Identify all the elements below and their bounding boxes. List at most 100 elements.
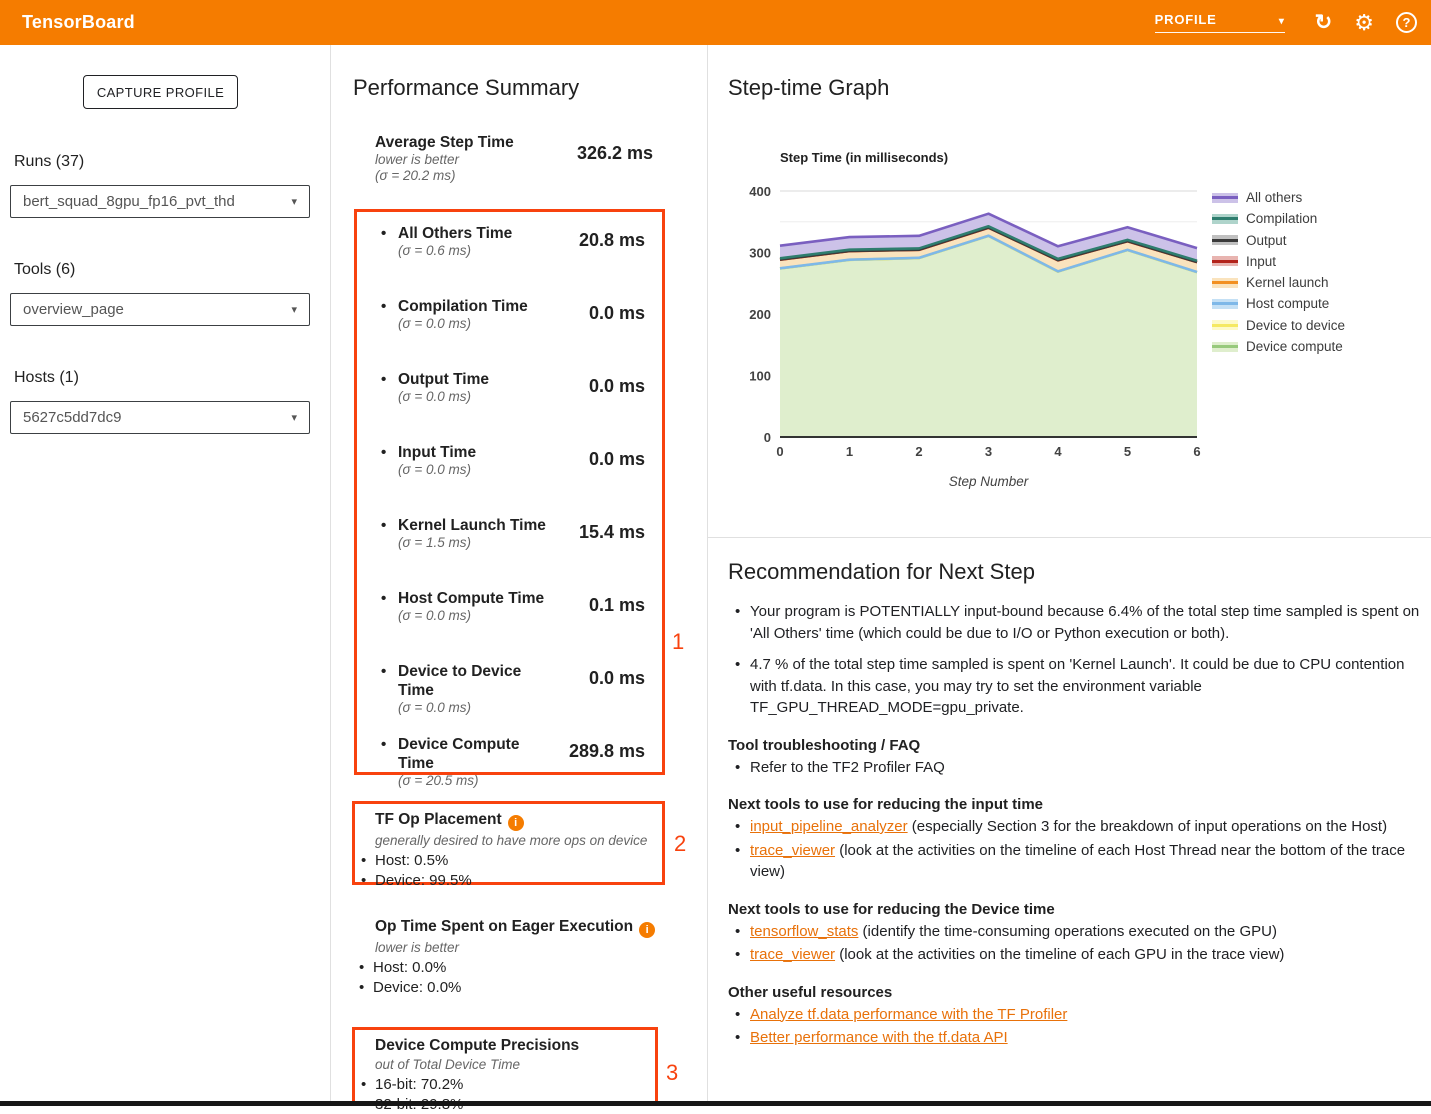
recommendation-link[interactable]: trace_viewer <box>750 842 835 859</box>
metric-labels: Output Time(σ = 0.0 ms) <box>398 370 553 406</box>
legend-swatch <box>1212 235 1238 245</box>
capture-profile-button[interactable]: CAPTURE PROFILE <box>83 75 238 109</box>
metric-row: •Host Compute Time(σ = 0.0 ms)0.1 ms <box>381 589 645 625</box>
svg-text:0: 0 <box>776 444 783 459</box>
recommendation-link[interactable]: input_pipeline_analyzer <box>750 818 908 835</box>
recommendation-item-text: (identify the time-consuming operations … <box>858 923 1277 940</box>
legend-swatch <box>1212 214 1238 224</box>
topbar-actions: PROFILE ▾ ↻ ⚙ ? <box>1155 0 1417 45</box>
svg-text:6: 6 <box>1193 444 1200 459</box>
tools-select[interactable]: overview_page ▾ <box>10 293 310 326</box>
chevron-down-icon: ▾ <box>291 411 297 424</box>
metric-labels: Device to Device Time(σ = 0.0 ms) <box>398 662 553 698</box>
legend-swatch-line <box>1212 196 1238 199</box>
metric-sigma: (σ = 0.0 ms) <box>398 462 476 478</box>
metric-row: •Compilation Time(σ = 0.0 ms)0.0 ms <box>381 297 645 333</box>
legend-swatch <box>1212 342 1238 352</box>
bullet-dot: • <box>381 589 398 625</box>
legend-row: Output <box>1212 234 1345 247</box>
metric-value: 326.2 ms <box>577 143 653 184</box>
metric-sigma: (σ = 0.0 ms) <box>398 700 553 716</box>
metric-sigma: (σ = 0.0 ms) <box>398 389 489 405</box>
step-time-chart-svg: 01002003004000123456Step Number <box>745 183 1225 493</box>
legend-row: Compilation <box>1212 212 1345 225</box>
list-item: Device: 99.5% <box>355 871 662 891</box>
refresh-icon[interactable]: ↻ <box>1315 12 1333 34</box>
legend-swatch-line <box>1212 324 1238 327</box>
legend-row: Kernel launch <box>1212 276 1345 289</box>
recommendation-item-text: Refer to the TF2 Profiler FAQ <box>750 759 945 776</box>
metric-value: 0.0 ms <box>553 376 645 406</box>
legend-label: Kernel launch <box>1246 275 1329 290</box>
recommendation-item: Analyze tf.data performance with the TF … <box>728 1004 1422 1026</box>
tf-op-placement-title-text: TF Op Placement <box>375 811 502 828</box>
legend-swatch-line <box>1212 217 1238 220</box>
recommendation-title: Recommendation for Next Step <box>728 559 1422 585</box>
metric-label: Average Step Time <box>375 133 577 152</box>
annotation-3: 3 <box>666 1060 678 1086</box>
runs-select[interactable]: bert_squad_8gpu_fp16_pvt_thd ▾ <box>10 185 310 218</box>
tf-op-placement-list: Host: 0.5% Device: 99.5% <box>355 851 662 890</box>
metric-value: 0.1 ms <box>553 595 645 625</box>
metric-label: Compilation Time <box>398 297 528 316</box>
metric-row: •All Others Time(σ = 0.6 ms)20.8 ms <box>381 224 645 260</box>
recommendation-link[interactable]: trace_viewer <box>750 946 835 963</box>
legend-label: All others <box>1246 190 1302 205</box>
bullet-dot: • <box>381 516 398 552</box>
metric-labels: Device Compute Time(σ = 20.5 ms) <box>398 735 553 771</box>
help-icon[interactable]: ? <box>1396 12 1417 33</box>
chevron-down-icon: ▾ <box>1279 17 1285 27</box>
recommendation-list: tensorflow_stats (identify the time-cons… <box>728 921 1422 966</box>
runs-select-value: bert_squad_8gpu_fp16_pvt_thd <box>23 193 235 210</box>
hosts-select-value: 5627c5dd7dc9 <box>23 409 121 426</box>
recommendation-heading: Next tools to use for reducing the Devic… <box>728 901 1422 918</box>
legend-swatch <box>1212 256 1238 266</box>
hosts-select[interactable]: 5627c5dd7dc9 ▾ <box>10 401 310 434</box>
metric-label-wrap: Device Compute Time(σ = 20.5 ms) <box>398 735 553 771</box>
tools-label: Tools (6) <box>14 261 75 279</box>
metric-labels: Kernel Launch Time(σ = 1.5 ms) <box>398 516 553 552</box>
metric-sigma: (σ = 1.5 ms) <box>398 535 546 551</box>
recommendation-item: trace_viewer (look at the activities on … <box>728 944 1422 966</box>
legend-row: Device to device <box>1212 319 1345 332</box>
recommendation-link[interactable]: Better performance with the tf.data API <box>750 1029 1008 1046</box>
gear-icon[interactable]: ⚙ <box>1354 12 1374 34</box>
chevron-down-icon: ▾ <box>291 195 297 208</box>
recommendation-link[interactable]: Analyze tf.data performance with the TF … <box>750 1006 1067 1023</box>
legend-label: Output <box>1246 233 1287 248</box>
eager-title: Op Time Spent on Eager Executioni <box>353 917 665 938</box>
metric-labels: Input Time(σ = 0.0 ms) <box>398 443 553 479</box>
recommendation-bullet: 4.7 % of the total step time sampled is … <box>728 654 1422 719</box>
precisions-list: 16-bit: 70.2% 32-bit: 29.8% <box>355 1075 655 1114</box>
tf-op-placement-title: TF Op Placement i <box>355 810 662 831</box>
average-step-time-labels: Average Step Time lower is better (σ = 2… <box>375 133 577 184</box>
metric-row: •Device to Device Time(σ = 0.0 ms)0.0 ms <box>381 662 645 698</box>
legend-swatch-line <box>1212 281 1238 284</box>
svg-text:3: 3 <box>985 444 992 459</box>
info-icon[interactable]: i <box>508 815 524 831</box>
recommendation-heading: Next tools to use for reducing the input… <box>728 796 1422 813</box>
svg-text:2: 2 <box>915 444 922 459</box>
recommendation-list: Analyze tf.data performance with the TF … <box>728 1004 1422 1049</box>
metric-label-wrap: All Others Time(σ = 0.6 ms) <box>398 224 512 260</box>
recommendation-item: input_pipeline_analyzer (especially Sect… <box>728 816 1422 838</box>
recommendation-link[interactable]: tensorflow_stats <box>750 923 858 940</box>
chart-legend: All othersCompilationOutputInputKernel l… <box>1212 191 1345 361</box>
dashboard-selector-value: PROFILE <box>1155 12 1217 27</box>
runs-label: Runs (37) <box>14 153 84 171</box>
recommendation-item: tensorflow_stats (identify the time-cons… <box>728 921 1422 943</box>
metric-row: •Kernel Launch Time(σ = 1.5 ms)15.4 ms <box>381 516 645 552</box>
recommendation-bullets: Your program is POTENTIALLY input-bound … <box>728 601 1422 719</box>
chart-title: Step Time (in milliseconds) <box>780 150 948 165</box>
precisions-annotation-box: Device Compute Precisions out of Total D… <box>352 1027 658 1106</box>
metric-value: 289.8 ms <box>553 741 645 771</box>
dashboard-selector[interactable]: PROFILE ▾ <box>1155 12 1285 33</box>
info-icon[interactable]: i <box>639 922 655 938</box>
metric-label: Output Time <box>398 370 489 389</box>
metric-value: 15.4 ms <box>553 522 645 552</box>
bullet-dot: • <box>381 370 398 406</box>
app-title: TensorBoard <box>22 12 135 33</box>
eager-execution-card: Op Time Spent on Eager Executioni lower … <box>353 917 665 997</box>
svg-text:200: 200 <box>749 307 771 322</box>
recommendation-list: Refer to the TF2 Profiler FAQ <box>728 757 1422 779</box>
